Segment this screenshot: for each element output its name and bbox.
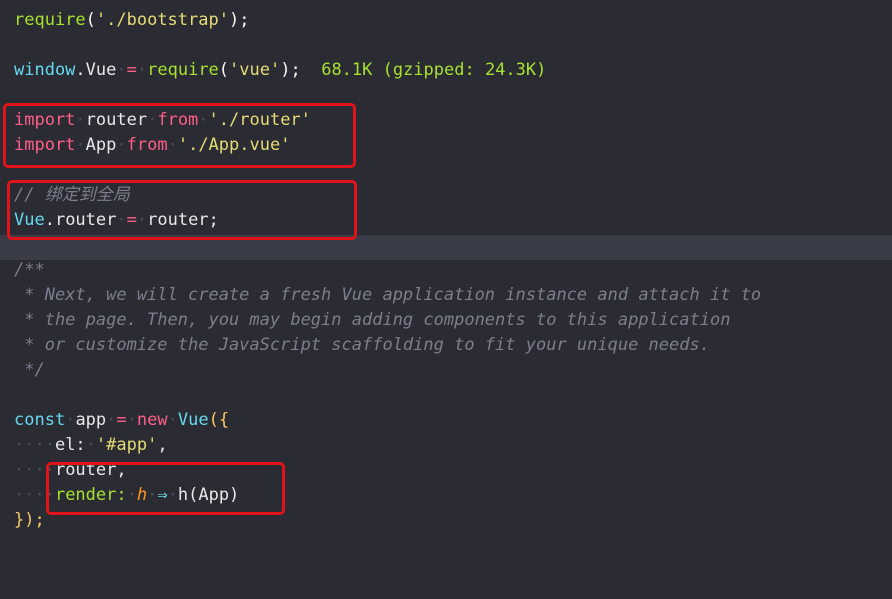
code-line-3[interactable]: window.Vue·=·require('vue'); 68.1K (gzip…	[14, 58, 546, 83]
token: (	[85, 10, 96, 30]
import-cost-label: 68.1K (gzipped: 24.3K)	[321, 60, 547, 80]
token: Vue	[85, 60, 117, 80]
token: './router'	[208, 110, 311, 130]
code-line-12[interactable]: * Next, we will create a fresh Vue appli…	[14, 283, 761, 308]
code-editor[interactable]: require('./bootstrap'); window.Vue·=·req…	[0, 0, 892, 599]
code-line-18[interactable]: ····el:·'#app',	[14, 433, 168, 458]
token: require	[14, 10, 86, 30]
token: from	[157, 110, 199, 130]
token: Vue	[177, 410, 209, 430]
comment: * the page. Then, you may begin adding c…	[14, 310, 731, 330]
token: 'vue'	[229, 60, 281, 80]
code-line-13[interactable]: * the page. Then, you may begin adding c…	[14, 308, 730, 333]
token: router,	[54, 460, 127, 480]
token: App	[85, 135, 117, 155]
token: });	[14, 510, 45, 530]
token: new	[136, 410, 168, 430]
token: );	[228, 10, 250, 30]
token: Vue	[14, 210, 45, 230]
token: window	[14, 60, 76, 80]
comment: // 绑定到全局	[14, 185, 130, 205]
token: router;	[147, 210, 219, 230]
code-line-14[interactable]: * or customize the JavaScript scaffoldin…	[14, 333, 710, 358]
token: import	[14, 135, 76, 155]
token: =	[116, 410, 127, 430]
code-line-9[interactable]: Vue.router·=·router;	[14, 208, 219, 233]
token: const	[14, 410, 66, 430]
token: (	[218, 60, 230, 80]
token: h	[136, 485, 148, 505]
token: );	[280, 60, 301, 80]
code-line-11[interactable]: /**	[14, 258, 45, 283]
token: from	[126, 135, 168, 155]
token: require	[147, 60, 219, 80]
code-line-8[interactable]: // 绑定到全局	[14, 183, 130, 208]
token: =	[126, 210, 137, 230]
token: h	[177, 485, 189, 505]
token: .router	[44, 210, 117, 230]
code-line-21[interactable]: });	[14, 508, 45, 533]
token: el:	[54, 435, 86, 455]
token: app	[75, 410, 107, 430]
token: =	[126, 60, 137, 80]
token: ({	[208, 410, 230, 430]
code-line-19[interactable]: ····router,	[14, 458, 127, 483]
token: '#app'	[95, 435, 158, 455]
comment: * or customize the JavaScript scaffoldin…	[14, 335, 710, 355]
comment: */	[14, 360, 45, 380]
code-line-1[interactable]: require('./bootstrap');	[14, 8, 249, 33]
code-line-5[interactable]: import·router·from·'./router'	[14, 108, 311, 133]
token: router	[85, 110, 148, 130]
comment: /**	[14, 260, 45, 280]
code-line-20[interactable]: ····render:·h·⇒·h(App)	[14, 483, 239, 508]
current-line-highlight	[0, 235, 892, 260]
code-line-15[interactable]: */	[14, 358, 45, 383]
token: render:	[54, 485, 127, 505]
token: .	[75, 60, 86, 80]
token: (App)	[188, 485, 240, 505]
arrow-icon: ⇒	[157, 485, 168, 505]
token: './App.vue'	[177, 135, 291, 155]
token: './bootstrap'	[95, 10, 229, 30]
comment: * Next, we will create a fresh Vue appli…	[14, 285, 762, 305]
token: import	[14, 110, 76, 130]
code-line-17[interactable]: const·app·=·new·Vue({	[14, 408, 229, 433]
code-line-6[interactable]: import·App·from·'./App.vue'	[14, 133, 290, 158]
token: ,	[157, 435, 168, 455]
